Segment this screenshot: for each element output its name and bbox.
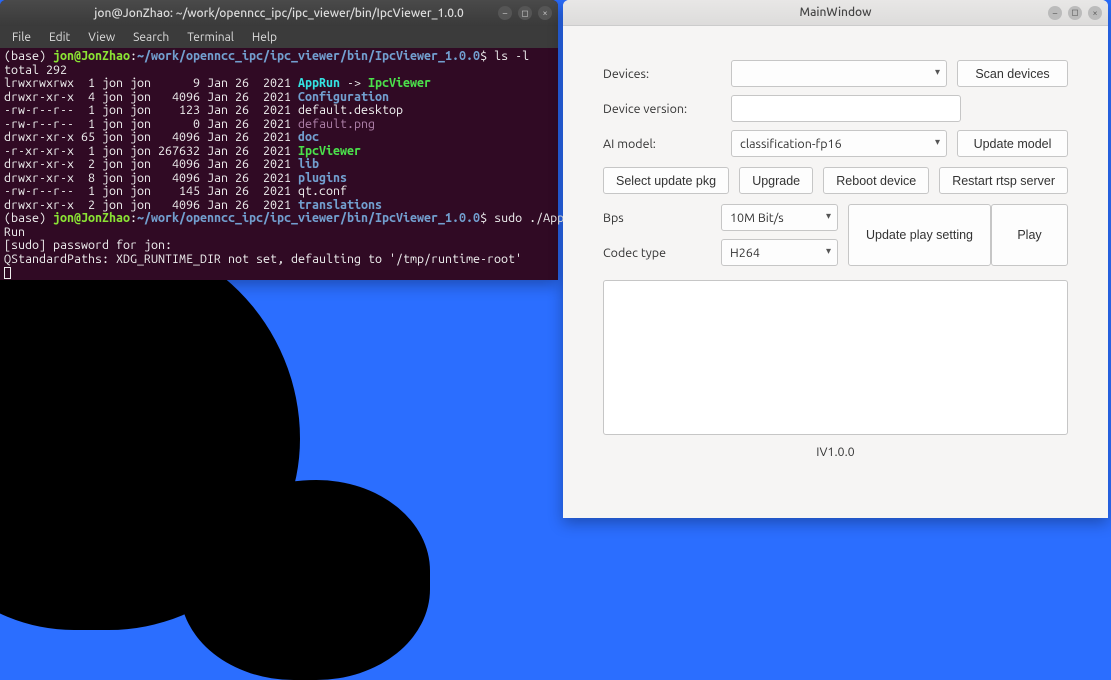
- close-icon[interactable]: ×: [1088, 6, 1102, 20]
- terminal-body[interactable]: (base) jon@JonZhao:~/work/openncc_ipc/ip…: [0, 48, 558, 282]
- ai-model-select[interactable]: classification-fp16: [731, 130, 947, 157]
- label-codec-type: Codec type: [603, 246, 721, 260]
- main-window: MainWindow – ◻ × Devices: Scan devices D…: [563, 0, 1108, 518]
- menu-edit[interactable]: Edit: [41, 29, 78, 46]
- maximize-icon[interactable]: ◻: [518, 6, 532, 20]
- label-device-version: Device version:: [603, 102, 721, 116]
- scan-devices-button[interactable]: Scan devices: [957, 60, 1068, 87]
- close-icon[interactable]: ×: [538, 6, 552, 20]
- menu-search[interactable]: Search: [125, 29, 177, 46]
- terminal-menubar: File Edit View Search Terminal Help: [0, 26, 558, 48]
- restart-rtsp-button[interactable]: Restart rtsp server: [939, 167, 1068, 194]
- menu-help[interactable]: Help: [244, 29, 285, 46]
- menu-terminal[interactable]: Terminal: [179, 29, 242, 46]
- label-ai-model: AI model:: [603, 137, 721, 151]
- menu-view[interactable]: View: [80, 29, 123, 46]
- minimize-icon[interactable]: –: [498, 6, 512, 20]
- update-model-button[interactable]: Update model: [957, 130, 1068, 157]
- update-play-setting-button[interactable]: Update play setting: [848, 204, 991, 266]
- select-update-pkg-button[interactable]: Select update pkg: [603, 167, 729, 194]
- bps-select[interactable]: 10M Bit/s: [721, 204, 838, 231]
- terminal-window: jon@JonZhao: ~/work/openncc_ipc/ipc_view…: [0, 0, 558, 280]
- minimize-icon[interactable]: –: [1048, 6, 1062, 20]
- label-bps: Bps: [603, 211, 721, 225]
- terminal-title: jon@JonZhao: ~/work/openncc_ipc/ipc_view…: [8, 7, 550, 20]
- label-devices: Devices:: [603, 67, 721, 81]
- device-version-input[interactable]: [731, 95, 961, 122]
- upgrade-button[interactable]: Upgrade: [739, 167, 813, 194]
- reboot-device-button[interactable]: Reboot device: [823, 167, 929, 194]
- version-label: IV1.0.0: [603, 445, 1068, 459]
- mainwindow-titlebar: MainWindow – ◻ ×: [563, 0, 1108, 26]
- devices-select[interactable]: [731, 60, 947, 87]
- mainwindow-title: MainWindow: [571, 6, 1100, 19]
- terminal-titlebar: jon@JonZhao: ~/work/openncc_ipc/ipc_view…: [0, 0, 558, 26]
- play-button[interactable]: Play: [991, 204, 1068, 266]
- menu-file[interactable]: File: [4, 29, 39, 46]
- log-textarea[interactable]: [603, 280, 1068, 435]
- codec-type-select[interactable]: H264: [721, 239, 838, 266]
- maximize-icon[interactable]: ◻: [1068, 6, 1082, 20]
